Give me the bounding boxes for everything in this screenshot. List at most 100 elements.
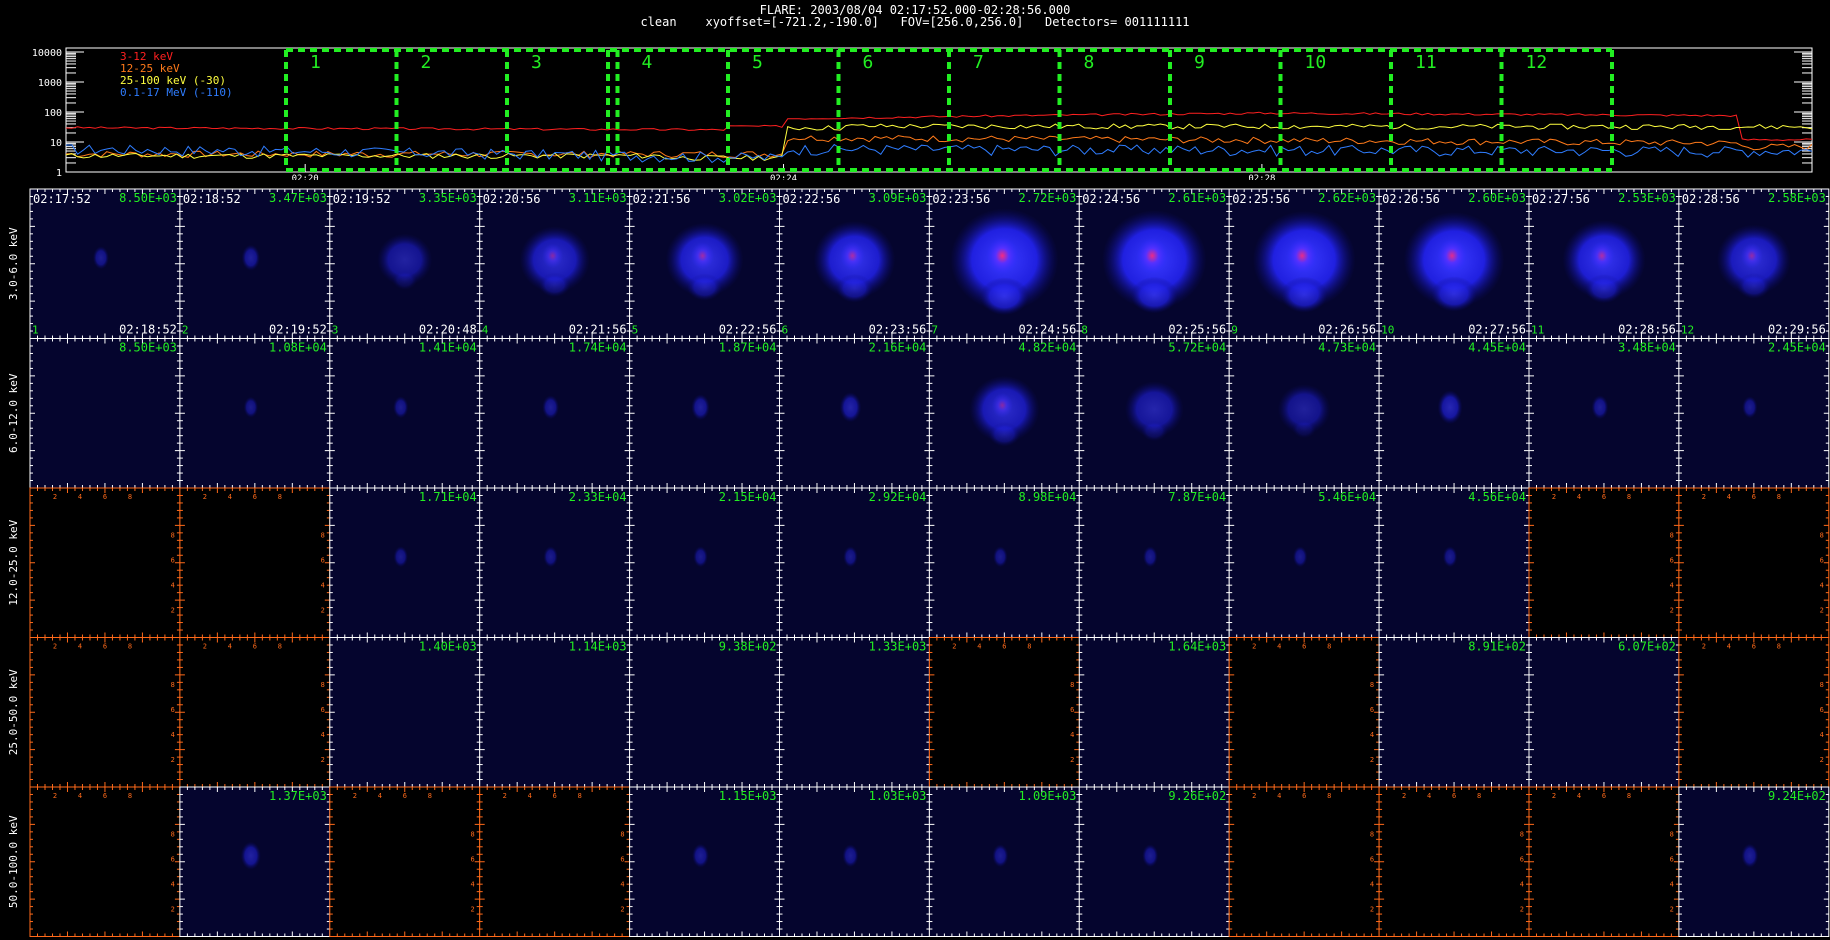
source-emission (843, 546, 858, 568)
image-cell: 2 2 4 4 6 6 8 8 (1228, 637, 1380, 788)
source-emission (542, 395, 560, 420)
blank-axis-label: 2 (321, 607, 325, 615)
source-emission (1742, 396, 1758, 419)
source-emission (241, 244, 261, 271)
image-cell: 1.15E+03 (629, 786, 780, 937)
source-emission (243, 396, 259, 418)
image-max-value: 2.53E+03 (1618, 191, 1676, 205)
blank-axis-label: 8 (1820, 532, 1824, 540)
start-time-label: 02:21:56 (633, 192, 691, 206)
blank-axis-label: 6 (620, 856, 624, 864)
start-time-label: 02:17:52 (33, 192, 91, 206)
blank-axis-label: 6 (103, 792, 107, 800)
image-max-value: 2.60E+03 (1468, 191, 1526, 205)
blank-axis-label: 2 (1820, 756, 1824, 764)
image-cell: 1.09E+03 (928, 786, 1080, 937)
end-time-label: 02:25:56 (1168, 323, 1226, 337)
source-core (991, 392, 1013, 418)
image-max-value: 1.64E+03 (1168, 640, 1226, 654)
blank-axis-label: 2 (620, 906, 624, 914)
blank-axis-label: 8 (171, 532, 175, 540)
image-cell: 1.37E+03 (179, 786, 331, 937)
blank-axis-label: 8 (128, 792, 132, 800)
image-max-value: 9.26E+02 (1168, 789, 1226, 803)
image-cell: 2.53E+03 02:27:56 02:28:56 11 (1528, 188, 1680, 339)
end-time-label: 02:28:56 (1618, 323, 1676, 337)
end-time-label: 02:24:56 (1019, 323, 1077, 337)
blank-axis-label: 4 (1670, 881, 1674, 889)
blank-axis-label: 6 (1820, 557, 1824, 565)
blank-axis-label: 4 (1427, 792, 1431, 800)
end-time-label: 02:23:56 (869, 323, 927, 337)
source-emission (992, 844, 1009, 868)
image-panel (1378, 637, 1530, 788)
image-cell: 1.64E+03 (1078, 637, 1230, 788)
image-cell: 2.45E+04 (1678, 338, 1830, 489)
image-cell: 2 2 4 4 6 6 8 8 (1528, 786, 1680, 937)
empty-panel (329, 786, 481, 937)
image-max-value: 7.87E+04 (1168, 490, 1226, 504)
blank-axis-label: 6 (171, 856, 175, 864)
blank-axis-label: 8 (1670, 831, 1674, 839)
start-time-label: 02:22:56 (783, 192, 841, 206)
image-max-value: 1.03E+03 (869, 789, 927, 803)
blank-axis-label: 8 (1627, 792, 1631, 800)
blank-axis-label: 6 (1602, 493, 1606, 501)
blank-axis-label: 4 (78, 792, 82, 800)
image-max-value: 1.37E+03 (269, 789, 327, 803)
blank-axis-label: 4 (171, 582, 175, 590)
end-time-label: 02:29:56 (1768, 323, 1826, 337)
blank-axis-label: 6 (103, 643, 107, 651)
image-cell: 2 2 4 4 6 6 8 8 (29, 786, 181, 937)
frame-number: 10 (1381, 324, 1394, 337)
image-max-value: 3.35E+03 (419, 191, 477, 205)
source-emission (842, 844, 859, 868)
blank-axis-label: 4 (321, 731, 325, 739)
image-panel (29, 338, 181, 489)
frame-number: 9 (1231, 324, 1238, 337)
blank-axis-label: 6 (1370, 706, 1374, 714)
image-cell: 2 2 4 4 6 6 8 8 (1228, 786, 1380, 937)
blank-axis-label: 8 (278, 493, 282, 501)
image-cell: 2 2 4 4 6 6 8 8 (1678, 637, 1830, 788)
image-max-value: 5.72E+04 (1168, 341, 1226, 355)
image-cell: 8.98E+04 (928, 487, 1080, 638)
blank-axis-label: 4 (1820, 731, 1824, 739)
image-max-value: 5.46E+04 (1318, 490, 1376, 504)
image-max-value: 1.14E+03 (569, 640, 627, 654)
blank-axis-label: 4 (1277, 792, 1281, 800)
blank-axis-label: 4 (1820, 582, 1824, 590)
source-footpoint (1431, 276, 1477, 312)
image-max-value: 1.87E+04 (719, 341, 777, 355)
blank-axis-label: 4 (1277, 643, 1281, 651)
source-footpoint (1585, 274, 1623, 304)
source-core (1136, 237, 1168, 275)
blank-axis-label: 6 (1752, 493, 1756, 501)
blank-axis-label: 2 (321, 756, 325, 764)
source-emission (393, 546, 408, 568)
image-max-value: 3.02E+03 (719, 191, 777, 205)
image-cell: 3.09E+03 02:22:56 02:23:56 6 (779, 188, 930, 339)
image-cell: 3.48E+04 (1528, 338, 1680, 489)
source-footpoint (836, 273, 873, 303)
source-emission (691, 394, 710, 421)
start-time-label: 02:19:52 (333, 192, 391, 206)
blank-axis-label: 8 (470, 831, 474, 839)
image-cell: 5.72E+04 (1078, 338, 1230, 489)
image-max-value: 4.73E+04 (1318, 341, 1376, 355)
image-max-value: 1.15E+03 (719, 789, 777, 803)
blank-axis-label: 2 (203, 493, 207, 501)
blank-axis-label: 2 (1670, 906, 1674, 914)
image-max-value: 4.82E+04 (1019, 341, 1077, 355)
image-max-value: 9.38E+02 (719, 640, 777, 654)
blank-axis-label: 6 (253, 643, 257, 651)
blank-axis-label: 4 (620, 881, 624, 889)
blank-axis-label: 6 (403, 792, 407, 800)
source-emission (1437, 390, 1463, 425)
image-max-value: 1.74E+04 (569, 341, 627, 355)
start-time-label: 02:24:56 (1082, 192, 1140, 206)
blank-axis-label: 8 (1370, 831, 1374, 839)
source-emission (543, 546, 558, 568)
frame-number: 4 (482, 324, 489, 337)
image-cell: 2.72E+03 02:23:56 02:24:56 7 (928, 188, 1080, 339)
